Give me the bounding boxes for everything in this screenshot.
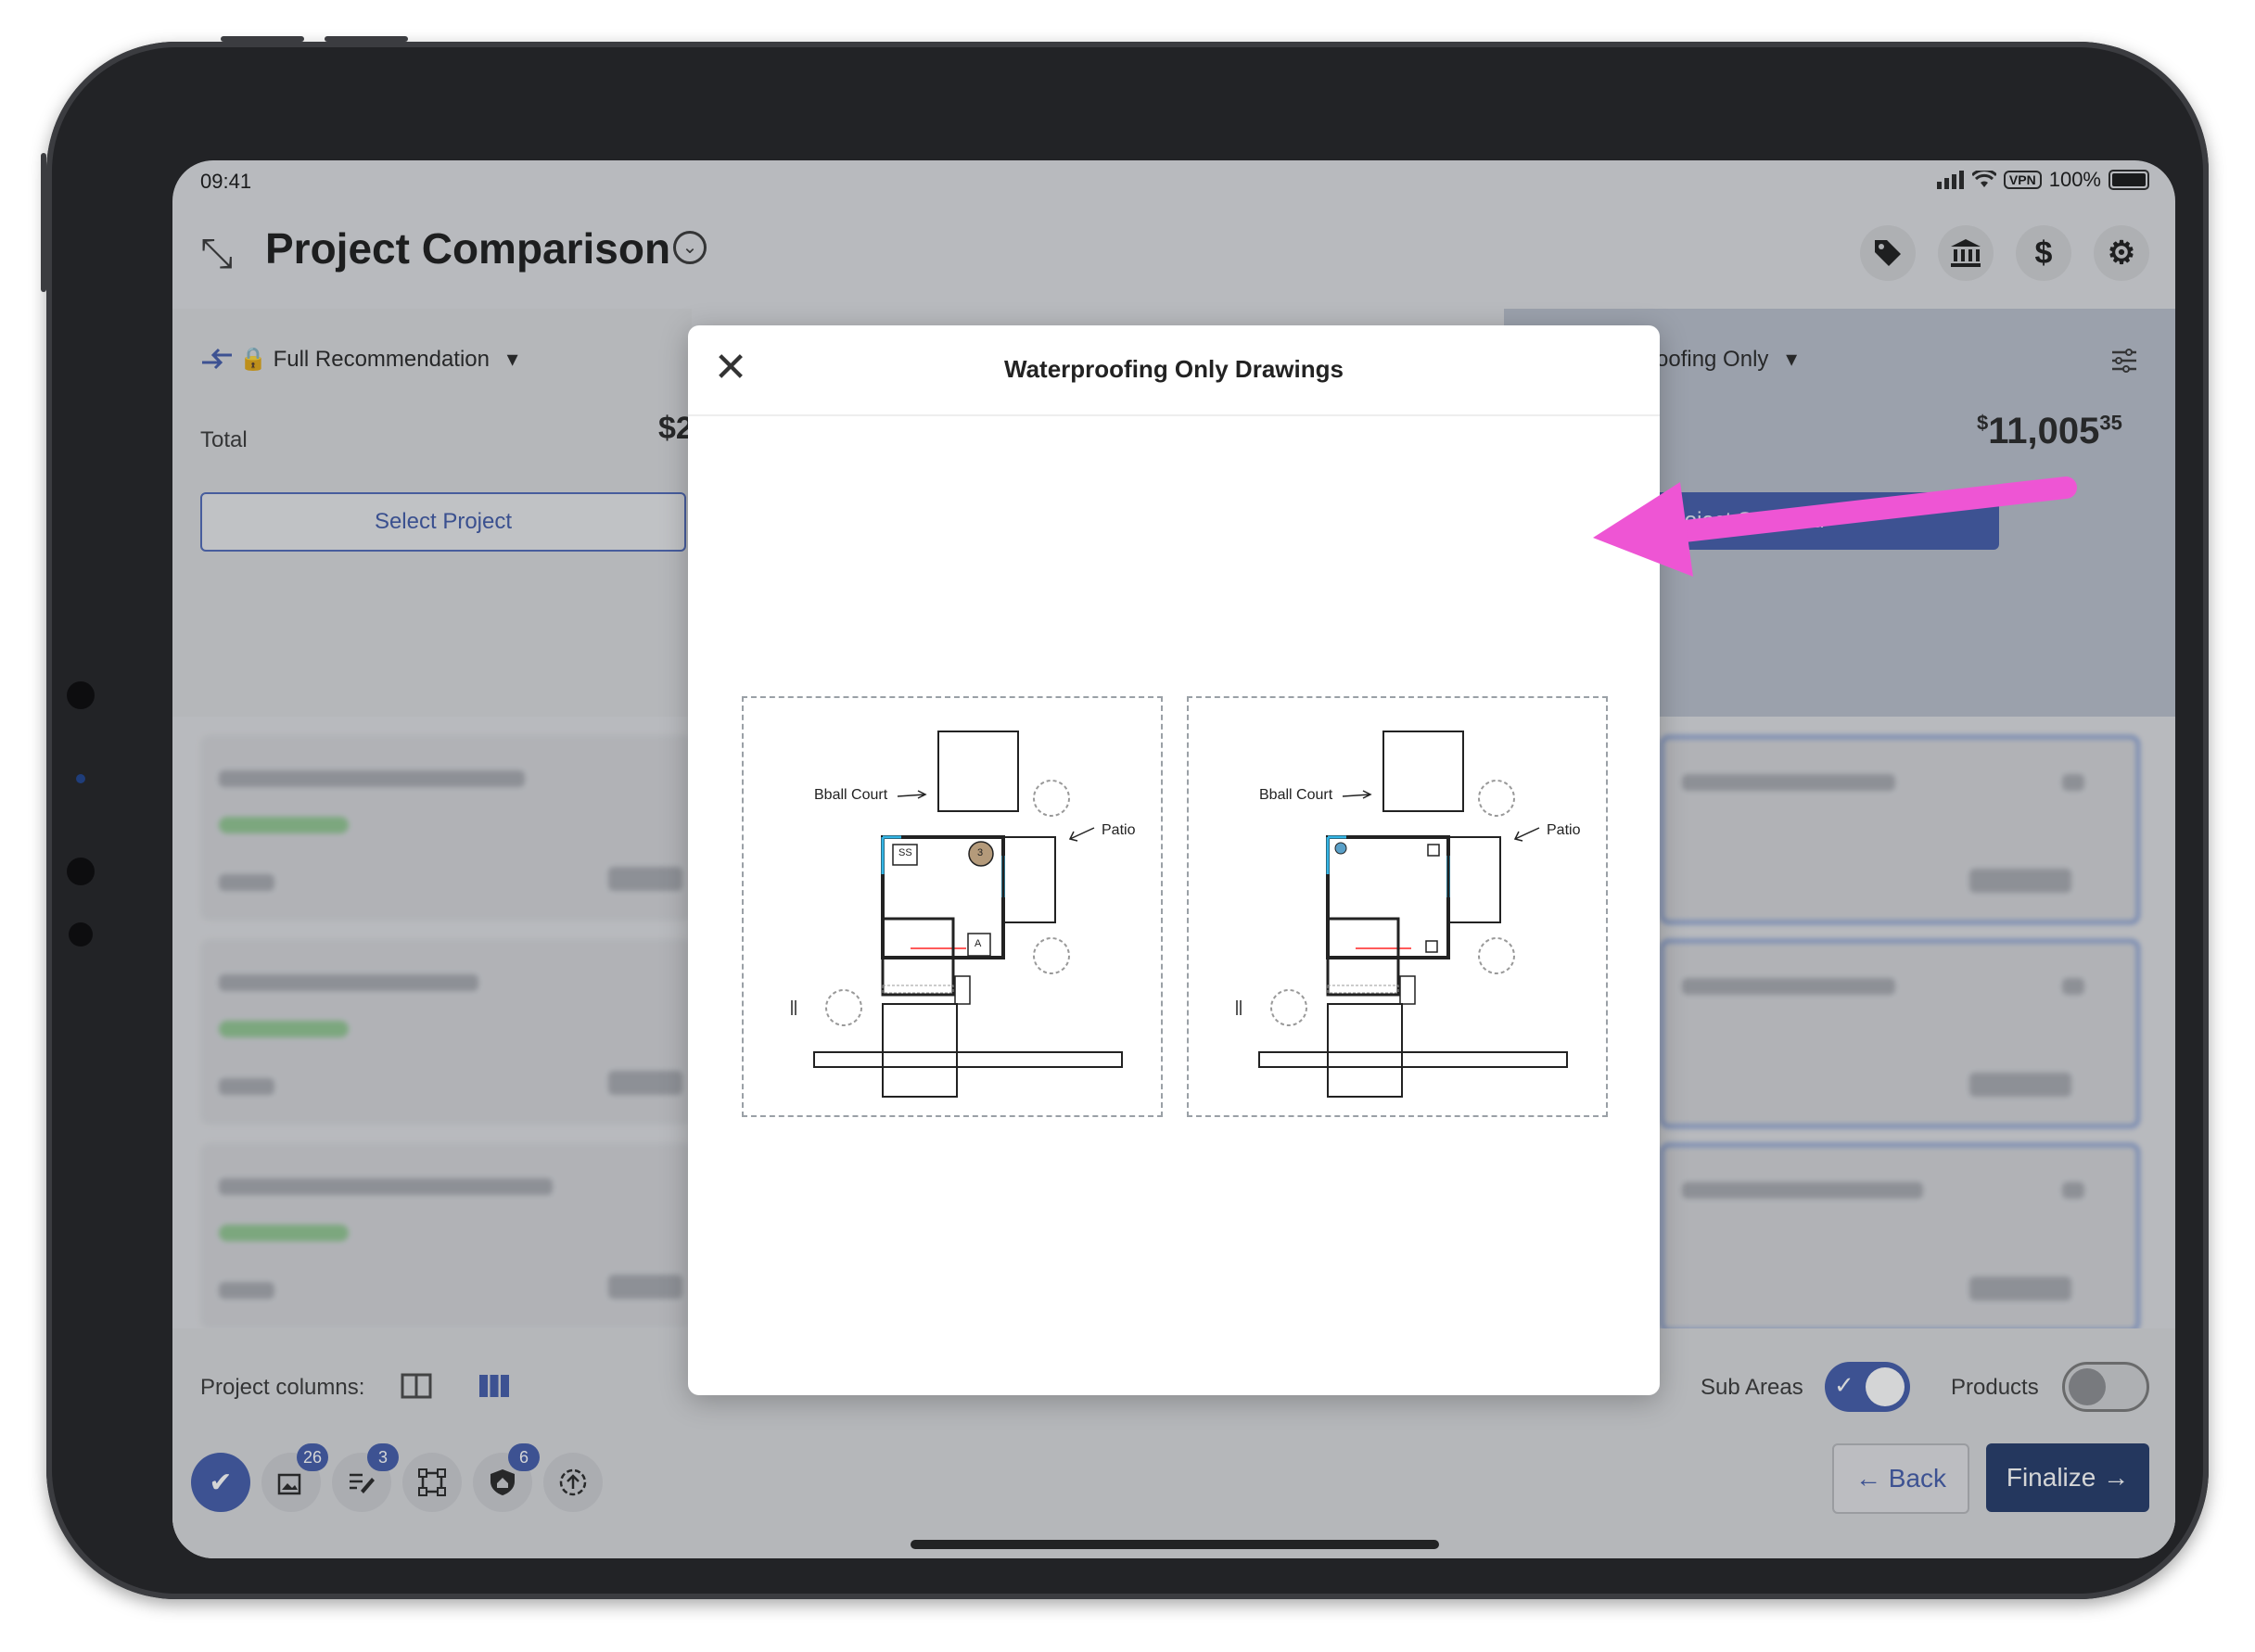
annotation-arrow	[1593, 477, 2077, 577]
